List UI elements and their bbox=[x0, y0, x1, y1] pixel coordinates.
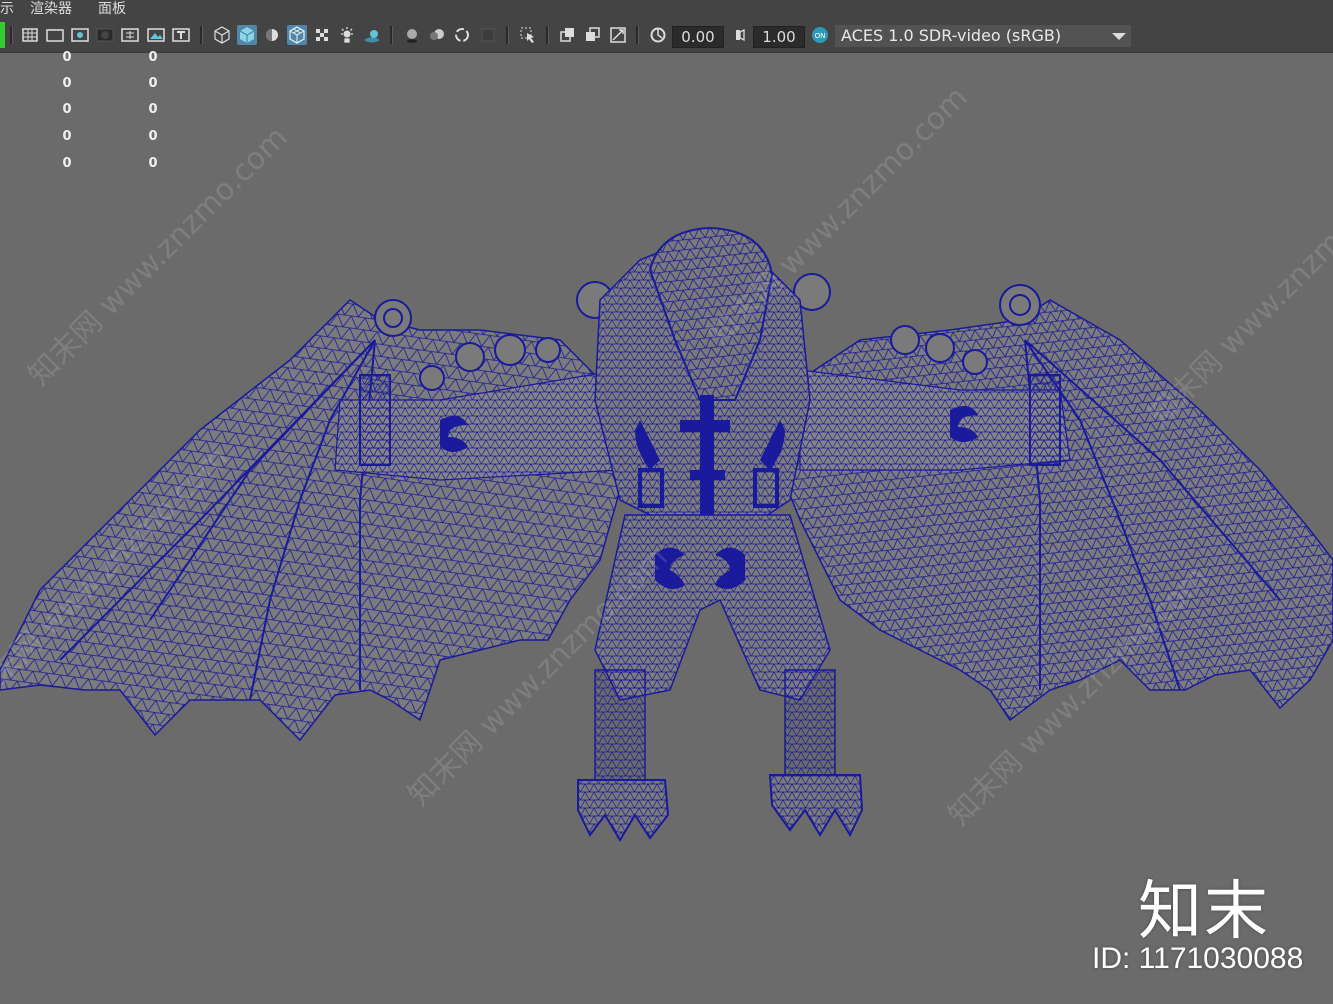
toolbar-separator bbox=[506, 26, 509, 44]
gamma-icon[interactable] bbox=[730, 25, 750, 45]
isolate-icon[interactable] bbox=[558, 25, 578, 45]
svg-text:ON: ON bbox=[815, 32, 826, 40]
chevron-down-icon[interactable] bbox=[1107, 25, 1131, 47]
safe-title-icon[interactable] bbox=[171, 25, 191, 45]
toolbar-edge-marker bbox=[0, 22, 5, 48]
safe-action-icon[interactable] bbox=[146, 25, 166, 45]
menu-bar: 示 渲染器 面板 bbox=[0, 0, 1333, 20]
menu-item-panels[interactable]: 面板 bbox=[98, 0, 126, 18]
menu-item-renderer[interactable]: 渲染器 bbox=[30, 0, 72, 18]
hud-value: 0 bbox=[62, 50, 72, 65]
toolbar-separator bbox=[200, 26, 203, 44]
ambient-occlusion-icon[interactable] bbox=[402, 25, 422, 45]
shade-on-wireframe-icon[interactable] bbox=[262, 25, 282, 45]
toolbar-separator bbox=[390, 26, 393, 44]
toolbar-separator bbox=[546, 26, 549, 44]
color-management-icon[interactable]: ON bbox=[810, 25, 830, 45]
antialias-icon[interactable] bbox=[452, 25, 472, 45]
shadows-icon[interactable] bbox=[362, 25, 382, 45]
hud-value: 0 bbox=[148, 102, 158, 117]
gate-mask-icon[interactable] bbox=[95, 25, 115, 45]
xray-icon[interactable] bbox=[287, 25, 307, 45]
hud-value: 0 bbox=[148, 76, 158, 91]
exposure-icon[interactable] bbox=[648, 25, 668, 45]
grid-icon[interactable] bbox=[20, 25, 40, 45]
hud-value: 0 bbox=[62, 76, 72, 91]
right-wing bbox=[759, 299, 1333, 722]
menu-item-display[interactable]: 示 bbox=[0, 0, 14, 18]
color-space-dropdown[interactable]: ACES 1.0 SDR-video (sRGB) bbox=[835, 25, 1107, 47]
motion-blur-icon[interactable] bbox=[427, 25, 447, 45]
lights-icon[interactable] bbox=[337, 25, 357, 45]
watermark-id: ID: 1171030088 bbox=[1092, 942, 1304, 975]
gamma-field[interactable]: 1.00 bbox=[753, 26, 805, 48]
toolbar-separator bbox=[636, 26, 639, 44]
depth-of-field-icon[interactable] bbox=[478, 25, 498, 45]
smooth-shade-icon[interactable] bbox=[237, 25, 257, 45]
xray-joints-icon[interactable] bbox=[583, 25, 603, 45]
resolution-gate-icon[interactable] bbox=[70, 25, 90, 45]
field-chart-icon[interactable] bbox=[120, 25, 140, 45]
hud-value: 0 bbox=[62, 129, 72, 144]
viewport-toolbar: 0.00 1.00 ON ACES 1.0 SDR-video (sRGB) bbox=[0, 20, 1333, 53]
hud-value: 0 bbox=[62, 102, 72, 117]
snapshot-icon[interactable] bbox=[608, 25, 628, 45]
3d-viewport[interactable]: 知末网 www.znzmo.com 知末网 www.znzmo.com 知末网 … bbox=[0, 52, 1333, 1000]
select-camera-icon[interactable] bbox=[518, 25, 538, 45]
exposure-field[interactable]: 0.00 bbox=[672, 26, 724, 48]
wireframe-cube-icon[interactable] bbox=[212, 25, 232, 45]
hud-value: 0 bbox=[148, 129, 158, 144]
hud-value: 0 bbox=[148, 156, 158, 171]
hud-value: 0 bbox=[148, 50, 158, 65]
toolbar-separator bbox=[10, 26, 13, 44]
watermark-logo: 知末 bbox=[1138, 875, 1270, 949]
hud-value: 0 bbox=[62, 156, 72, 171]
checker-icon[interactable] bbox=[312, 25, 332, 45]
film-gate-icon[interactable] bbox=[45, 25, 65, 45]
